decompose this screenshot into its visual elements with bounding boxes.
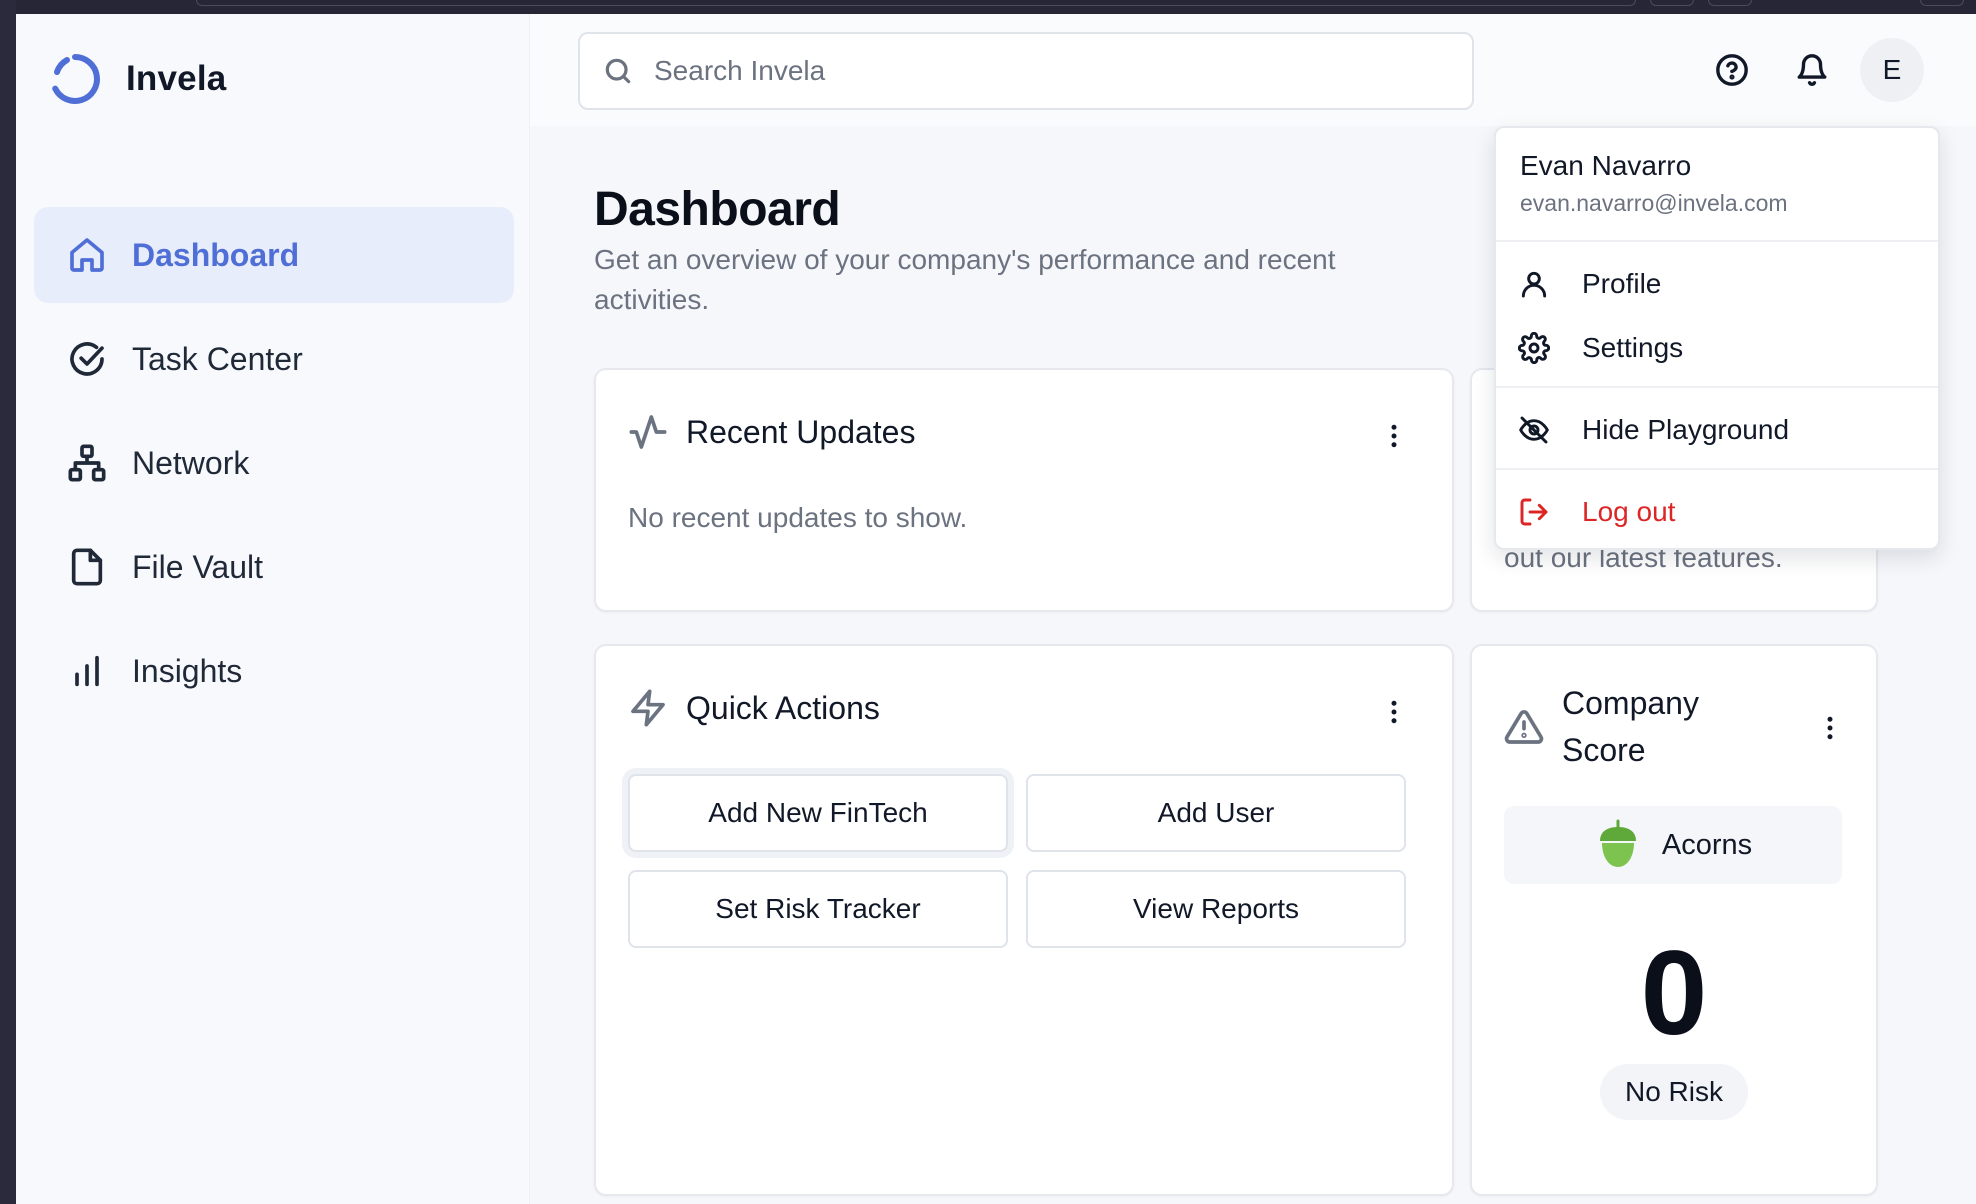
brand[interactable]: Invela xyxy=(48,52,226,106)
card-menu-button[interactable] xyxy=(1374,416,1414,456)
risk-level-badge: No Risk xyxy=(1600,1064,1748,1120)
card-title: Company Score xyxy=(1562,685,1699,768)
menu-item-hide-playground[interactable]: Hide Playground xyxy=(1496,402,1938,458)
menu-item-profile[interactable]: Profile xyxy=(1496,256,1938,312)
activity-icon xyxy=(629,415,667,449)
menu-divider xyxy=(1496,240,1938,242)
warning-triangle-icon xyxy=(1504,710,1544,744)
notifications-button[interactable] xyxy=(1780,38,1844,102)
card-header: Quick Actions xyxy=(628,688,880,728)
add-new-fintech-button[interactable]: Add New FinTech xyxy=(628,774,1008,852)
sidebar-item-task-center[interactable]: Task Center xyxy=(34,311,514,407)
home-icon xyxy=(66,234,108,276)
help-circle-icon xyxy=(1716,54,1748,86)
app-window: Invela Dashboard Task Center Network Fil… xyxy=(16,14,1976,1204)
menu-divider xyxy=(1496,468,1938,470)
gear-icon xyxy=(1518,332,1550,364)
search-input[interactable] xyxy=(654,55,1434,87)
sidebar-nav: Dashboard Task Center Network File Vault xyxy=(34,207,514,727)
browser-tab-outline xyxy=(196,0,1636,6)
recent-updates-card: Recent Updates No recent updates to show… xyxy=(594,368,1454,612)
file-icon xyxy=(66,546,108,588)
more-vertical-icon xyxy=(1827,716,1833,740)
search-bar[interactable] xyxy=(578,32,1474,110)
score-value: 0 xyxy=(1640,926,1708,1060)
browser-tab-outline xyxy=(1650,0,1694,6)
empty-state-text: No recent updates to show. xyxy=(628,502,968,533)
user-icon xyxy=(1521,271,1547,298)
search-icon xyxy=(605,58,631,84)
sidebar-item-network[interactable]: Network xyxy=(34,415,514,511)
company-score-card: Company Score Acorns 0 No Risk xyxy=(1470,644,1878,1196)
logout-icon xyxy=(1520,498,1548,526)
add-user-button[interactable]: Add User xyxy=(1026,774,1406,852)
sidebar-item-insights[interactable]: Insights xyxy=(34,623,514,719)
sidebar-item-file-vault[interactable]: File Vault xyxy=(34,519,514,615)
sidebar-item-label: Network xyxy=(132,444,250,481)
company-name: Acorns xyxy=(1661,828,1753,861)
menu-item-logout[interactable]: Log out xyxy=(1496,484,1938,540)
more-vertical-icon xyxy=(1391,700,1397,724)
more-vertical-icon xyxy=(1391,424,1397,448)
card-header: Recent Updates xyxy=(628,412,915,452)
quick-actions-card: Quick Actions Add New FinTech Add User S… xyxy=(594,644,1454,1196)
sidebar-item-label: File Vault xyxy=(132,548,264,585)
menu-item-label: Profile xyxy=(1582,268,1662,299)
window-left-edge xyxy=(0,0,16,1204)
sidebar: Invela Dashboard Task Center Network Fil… xyxy=(16,14,530,1204)
sidebar-item-dashboard[interactable]: Dashboard xyxy=(34,207,514,303)
card-menu-button[interactable] xyxy=(1374,692,1414,732)
view-reports-button[interactable]: View Reports xyxy=(1026,870,1406,948)
acorn-logo-icon xyxy=(1599,819,1636,867)
sidebar-item-label: Task Center xyxy=(132,340,303,377)
check-circle-icon xyxy=(66,338,108,380)
user-email: evan.navarro@invela.com xyxy=(1520,190,1788,216)
company-chip: Acorns xyxy=(1504,806,1842,884)
page-title: Dashboard xyxy=(594,183,841,236)
browser-tab-outline xyxy=(1920,0,1964,6)
sidebar-item-label: Dashboard xyxy=(132,236,300,273)
card-menu-button[interactable] xyxy=(1810,708,1850,748)
eye-off-icon xyxy=(1519,416,1549,444)
bar-chart-icon xyxy=(66,650,108,692)
browser-tab-outline xyxy=(1708,0,1752,6)
top-header: E xyxy=(530,14,1976,126)
help-button[interactable] xyxy=(1700,38,1764,102)
card-title: Quick Actions xyxy=(686,689,880,726)
user-avatar-button[interactable]: E xyxy=(1860,38,1924,102)
user-name: Evan Navarro xyxy=(1520,150,1692,181)
menu-item-settings[interactable]: Settings xyxy=(1496,320,1938,376)
user-menu-dropdown: Evan Navarro evan.navarro@invela.com Pro… xyxy=(1494,126,1940,550)
lightning-icon xyxy=(631,689,665,727)
bell-icon xyxy=(1797,54,1827,86)
sidebar-item-label: Insights xyxy=(132,652,243,689)
window-top-strip xyxy=(0,0,1976,14)
menu-item-label: Hide Playground xyxy=(1582,414,1790,445)
menu-item-label: Settings xyxy=(1582,332,1684,363)
brand-name: Invela xyxy=(126,59,227,98)
invela-logo-icon xyxy=(52,54,100,104)
set-risk-tracker-button[interactable]: Set Risk Tracker xyxy=(628,870,1008,948)
card-title: Recent Updates xyxy=(686,413,916,450)
network-icon xyxy=(66,442,108,484)
menu-divider xyxy=(1496,386,1938,388)
page-subtitle: Get an overview of your company's perfor… xyxy=(594,244,1336,315)
menu-item-label: Log out xyxy=(1582,496,1676,527)
card-header: Company Score xyxy=(1504,680,1722,774)
